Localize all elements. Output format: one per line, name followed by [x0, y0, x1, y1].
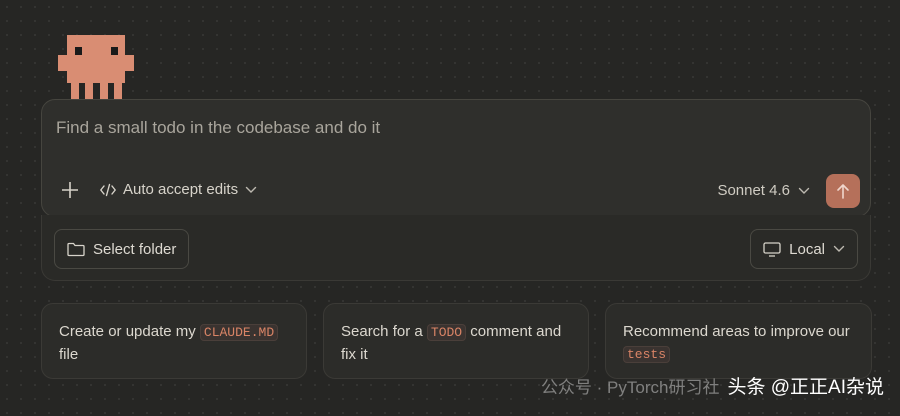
chevron-down-icon [798, 187, 810, 194]
code-icon [100, 183, 116, 196]
send-button[interactable] [826, 174, 860, 208]
code-snippet: CLAUDE.MD [199, 324, 279, 341]
add-attachment-button[interactable] [58, 178, 82, 202]
environment-label: Local [789, 240, 825, 258]
code-snippet: tests [623, 346, 671, 363]
claude-mascot-icon [58, 33, 138, 103]
watermark-wechat: 公众号 · PyTorch研习社 [540, 378, 720, 397]
environment-dropdown[interactable]: Local [750, 229, 858, 269]
watermark-toutiao: 头条 @正正AI杂说 [727, 377, 884, 398]
code-snippet: TODO [426, 324, 467, 341]
chevron-down-icon [245, 186, 257, 193]
prompt-composer: Find a small todo in the codebase and do… [41, 99, 871, 217]
folder-icon [67, 242, 85, 256]
select-folder-button[interactable]: Select folder [54, 229, 190, 269]
suggestion-card-tests[interactable]: Recommend areas to improve our tests [605, 303, 872, 379]
monitor-icon [763, 241, 781, 257]
model-selector[interactable]: Sonnet 4.6 [717, 182, 810, 199]
session-options-bar: Select folder Local [41, 215, 871, 281]
chevron-down-icon [833, 245, 845, 252]
edit-mode-dropdown[interactable]: Auto accept edits [100, 181, 257, 198]
suggestion-card-claude-md[interactable]: Create or update my CLAUDE.MD file [41, 303, 307, 379]
plus-icon [62, 182, 78, 198]
arrow-up-icon [837, 184, 849, 199]
suggestion-card-todo[interactable]: Search for a TODO comment and fix it [323, 303, 589, 379]
watermark: 公众号 · PyTorch研习社 头条 @正正AI杂说 [541, 372, 884, 399]
select-folder-label: Select folder [93, 240, 177, 258]
edit-mode-label: Auto accept edits [123, 181, 239, 198]
prompt-input[interactable]: Find a small todo in the codebase and do… [56, 118, 854, 138]
model-label: Sonnet 4.6 [717, 182, 790, 199]
